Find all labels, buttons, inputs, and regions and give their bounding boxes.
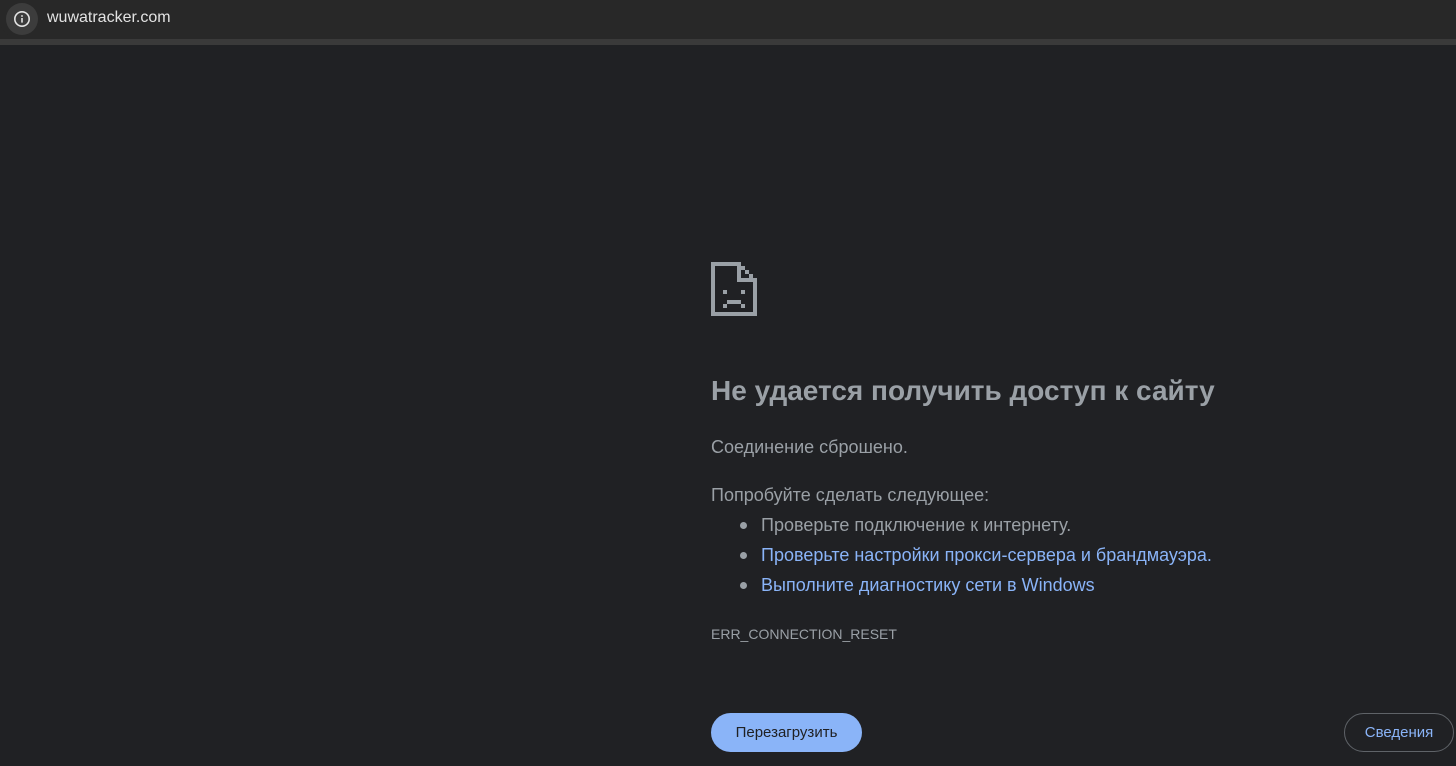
details-button[interactable]: Сведения — [1344, 713, 1454, 752]
suggestions-list: Проверьте подключение к интернету. Прове… — [711, 515, 1212, 605]
site-info-button[interactable] — [6, 3, 38, 35]
info-circle-icon — [14, 11, 30, 27]
bullet-icon — [740, 552, 747, 559]
error-code: ERR_CONNECTION_RESET — [711, 626, 897, 642]
reload-button[interactable]: Перезагрузить — [711, 713, 862, 752]
url-text[interactable]: wuwatracker.com — [47, 9, 171, 27]
link-proxy-firewall-settings[interactable]: Проверьте настройки прокси-сервера и бра… — [761, 545, 1212, 565]
error-title: Не удается получить доступ к сайту — [711, 375, 1215, 406]
suggestion-item: Проверьте настройки прокси-сервера и бра… — [711, 545, 1212, 575]
bullet-icon — [740, 522, 747, 529]
address-bar[interactable]: wuwatracker.com — [0, 0, 1456, 38]
link-windows-network-diagnostics[interactable]: Выполните диагностику сети в Windows — [761, 575, 1095, 595]
sad-page-icon — [711, 262, 757, 316]
browser-toolbar: wuwatracker.com — [0, 0, 1456, 39]
suggestions-heading: Попробуйте сделать следующее: — [711, 485, 990, 505]
suggestion-item: Выполните диагностику сети в Windows — [711, 575, 1212, 605]
suggestion-item: Проверьте подключение к интернету. — [711, 515, 1212, 545]
error-subtitle: Соединение сброшено. — [711, 437, 908, 457]
bullet-icon — [740, 582, 747, 589]
suggestion-check-internet: Проверьте подключение к интернету. — [761, 515, 1072, 535]
